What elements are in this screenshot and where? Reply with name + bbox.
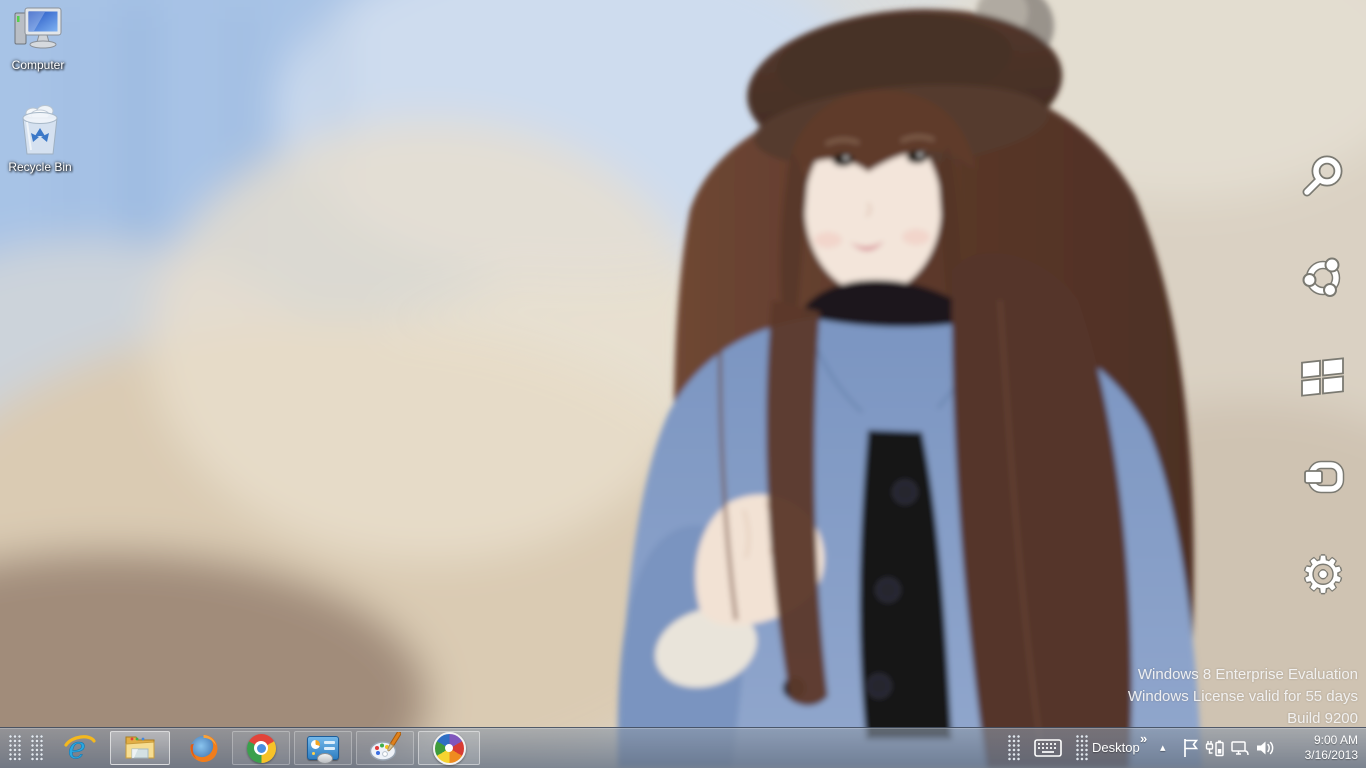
- taskbar-button-picasa[interactable]: [418, 731, 480, 765]
- toolbar-grip[interactable]: [31, 735, 43, 761]
- picasa-icon: [432, 731, 466, 765]
- taskbar-button-chrome[interactable]: [232, 731, 290, 765]
- desktop-icon-computer[interactable]: Computer: [0, 6, 76, 72]
- taskbar-button-firefox[interactable]: [176, 731, 230, 765]
- charm-search[interactable]: [1296, 150, 1350, 204]
- show-hidden-icons-button[interactable]: ▴: [1160, 728, 1166, 768]
- charm-share[interactable]: [1296, 250, 1350, 304]
- taskbar-button-paint[interactable]: [356, 731, 414, 765]
- watermark: Windows 8 Enterprise Evaluation Windows …: [1128, 664, 1358, 730]
- charm-devices[interactable]: [1296, 450, 1350, 504]
- desktop-icon-recycle-bin[interactable]: Recycle Bin: [2, 104, 78, 174]
- taskbar: e Desktop » ▴ 9:00 AM 3/16/2013: [0, 727, 1366, 768]
- wallpaper-image: [0, 0, 1366, 768]
- network-status-button[interactable]: [1229, 738, 1251, 758]
- chrome-icon: [246, 733, 276, 763]
- toolbar-grip[interactable]: [1076, 735, 1088, 761]
- taskbar-button-control-panel[interactable]: [294, 731, 352, 765]
- file-explorer-icon: [125, 736, 155, 759]
- internet-explorer-icon: e: [64, 732, 96, 764]
- charm-start[interactable]: [1296, 352, 1350, 406]
- power-battery-icon: [1205, 740, 1224, 757]
- watermark-line: Windows 8 Enterprise Evaluation: [1137, 666, 1358, 683]
- share-icon: [1302, 257, 1341, 297]
- watermark-line: Windows License valid for 55 days: [1127, 688, 1358, 705]
- power-status-button[interactable]: [1204, 738, 1226, 758]
- control-panel-icon: [307, 736, 339, 764]
- taskbar-clock[interactable]: 9:00 AM 3/16/2013: [1272, 733, 1358, 763]
- network-icon: [1231, 741, 1249, 756]
- taskbar-button-internet-explorer[interactable]: e: [56, 731, 104, 765]
- action-center-flag-icon: [1184, 739, 1199, 757]
- toolbar-grip[interactable]: [1008, 735, 1020, 761]
- desktop-icon-label: Computer: [11, 58, 65, 72]
- recycle-bin-icon: [22, 105, 58, 155]
- clock-time: 9:00 AM: [1313, 733, 1358, 747]
- touch-keyboard-icon: [1034, 739, 1062, 757]
- charm-settings[interactable]: ⚙: [1296, 548, 1350, 602]
- devices-icon: [1304, 460, 1345, 494]
- toolbar-overflow-chevron[interactable]: »: [1140, 731, 1147, 746]
- desktop-icon-label: Recycle Bin: [8, 160, 72, 174]
- windows-start-icon: [1301, 357, 1344, 397]
- computer-icon: [14, 7, 62, 49]
- action-center-button[interactable]: [1180, 738, 1202, 758]
- toolbar-grip[interactable]: [9, 735, 21, 761]
- search-icon: [1302, 155, 1343, 197]
- firefox-icon: [189, 734, 217, 762]
- clock-date: 3/16/2013: [1304, 748, 1358, 762]
- taskbar-button-file-explorer[interactable]: [110, 731, 170, 765]
- gear-icon: ⚙: [1300, 547, 1346, 603]
- windows8-desktop: Computer Recycle Bin Windows 8 Enterpris…: [0, 0, 1366, 768]
- touch-keyboard-button[interactable]: [1026, 731, 1070, 765]
- paint-icon: [369, 732, 401, 761]
- desktop-toolbar-label[interactable]: Desktop: [1092, 728, 1140, 768]
